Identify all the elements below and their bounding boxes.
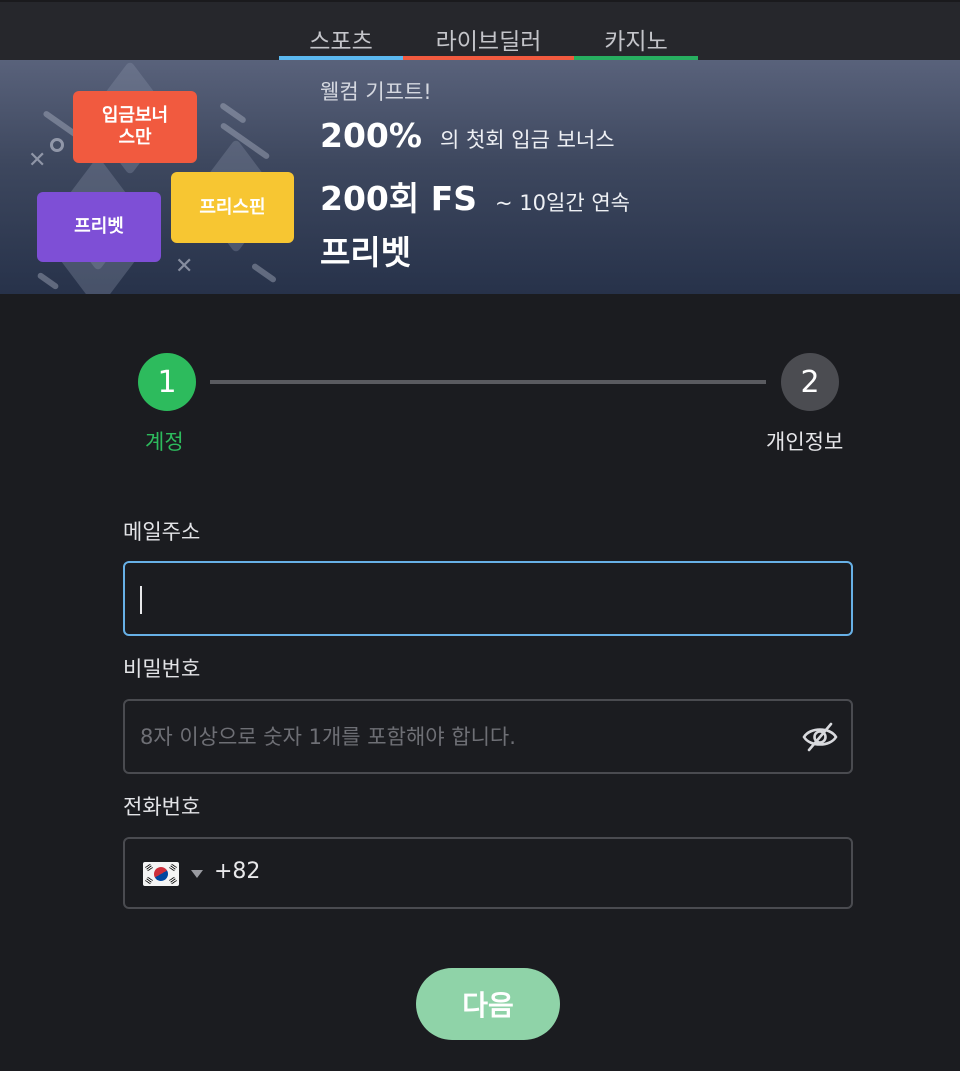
stepper-line: [210, 380, 766, 384]
korea-flag-icon[interactable]: [143, 862, 179, 886]
step-2-label: 개인정보: [766, 430, 844, 454]
tab-live-dealer[interactable]: 라이브딜러: [403, 2, 574, 62]
signup-page: 스포츠 라이브딜러 카지노 ✕ ✕ 입금보너 스만 프리벳 프리스핀 웰컴 기프트…: [0, 0, 960, 1071]
password-label: 비밀번호: [123, 657, 201, 681]
promo-detail: ~ 10일간 연속: [495, 191, 630, 215]
phone-label: 전화번호: [123, 795, 201, 819]
promo-highlight: 200회 FS: [320, 179, 478, 218]
tab-label: 스포츠: [309, 29, 373, 55]
freebet-tile: 프리벳: [37, 192, 161, 262]
decor-line: [218, 101, 248, 125]
tab-label: 카지노: [604, 29, 668, 55]
password-field[interactable]: [140, 701, 780, 772]
email-field[interactable]: [140, 563, 780, 634]
flag-trigram: [169, 863, 177, 872]
decor-circle: [50, 138, 64, 152]
email-field-box: [123, 561, 853, 636]
deposit-bonus-tile: 입금보너 스만: [73, 91, 197, 163]
flag-trigram: [169, 876, 177, 885]
text-caret: [140, 586, 142, 614]
promo-detail: 의 첫회 입금 보너스: [439, 128, 615, 152]
promo-row: 200회 FS ~ 10일간 연속: [320, 172, 630, 220]
promo-row: 프리벳: [320, 226, 411, 274]
step-1-circle: 1: [138, 353, 196, 411]
email-label: 메일주소: [123, 520, 201, 544]
decor-cross: ✕: [28, 148, 47, 173]
flag-emblem: [151, 864, 171, 884]
tab-label: 라이브딜러: [435, 29, 542, 55]
password-field-box: [123, 699, 853, 774]
tab-casino[interactable]: 카지노: [574, 2, 698, 62]
phone-dial-code[interactable]: +82: [214, 859, 260, 884]
promo-highlight: 200%: [320, 116, 422, 155]
chevron-down-icon[interactable]: [191, 870, 203, 878]
tab-sports[interactable]: 스포츠: [279, 2, 403, 62]
category-tabs: 스포츠 라이브딜러 카지노: [0, 0, 960, 62]
welcome-promo-banner: ✕ ✕ 입금보너 스만 프리벳 프리스핀 웰컴 기프트! 200% 의 첫회 입금 …: [0, 60, 960, 294]
promo-welcome: 웰컴 기프트!: [320, 80, 432, 104]
freespin-tile: 프리스핀: [171, 172, 294, 243]
next-button[interactable]: 다음: [416, 968, 560, 1040]
eye-slash-icon[interactable]: [801, 720, 839, 754]
step-1-label: 계정: [145, 430, 184, 454]
decor-line: [36, 271, 60, 291]
phone-field-box: +82: [123, 837, 853, 909]
promo-row: 200% 의 첫회 입금 보너스: [320, 116, 615, 155]
flag-trigram: [145, 863, 153, 872]
flag-trigram: [145, 876, 153, 885]
promo-highlight: 프리벳: [320, 233, 412, 272]
decor-line: [250, 262, 278, 284]
decor-cross: ✕: [175, 254, 194, 279]
step-2-circle: 2: [781, 353, 839, 411]
